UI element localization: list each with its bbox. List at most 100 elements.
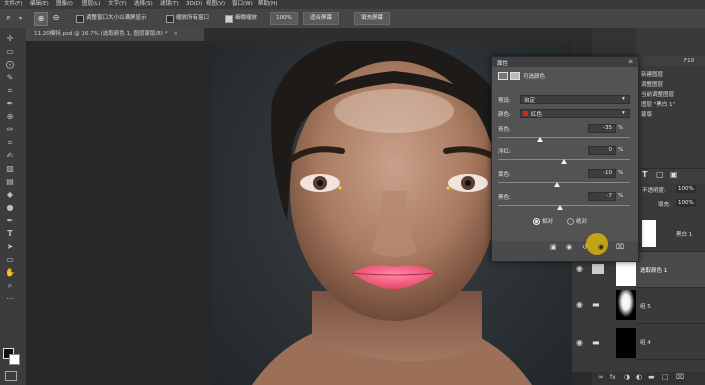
layer-filter-smart-icon[interactable]: ▣ [670,170,678,179]
background-color-swatch[interactable] [9,354,20,365]
document-tab[interactable]: 11.20模特.psd @ 16.7% (选取颜色 1, 图层蒙版/8) * × [26,28,204,41]
fit-screen-button[interactable]: 适合屏幕 [303,12,339,25]
visibility-toggle-icon[interactable]: ◉ [598,243,604,251]
layer-row[interactable]: 黑白 1 [636,216,705,252]
view-previous-icon[interactable]: ◉ [566,243,572,251]
layer-style-icon[interactable]: fx [610,374,616,381]
black-slider-thumb[interactable] [557,205,564,210]
blur-tool-icon[interactable]: ◆ [5,190,15,200]
layer-row[interactable]: 组 4 [636,324,705,360]
group-mask-thumbnail[interactable] [616,290,636,320]
black-value-field[interactable]: -7 [588,192,616,201]
cyan-slider-thumb[interactable] [537,137,544,142]
add-mask-icon[interactable]: ◑ [624,373,630,381]
eraser-tool-icon[interactable]: ▧ [5,164,15,174]
delete-icon[interactable]: ⌧ [616,243,624,251]
history-item[interactable]: 调整图层 [641,80,663,88]
shape-tool-icon[interactable]: ▭ [5,255,15,265]
cyan-slider-track[interactable] [498,137,630,138]
marquee-tool-icon[interactable]: ▭ [5,47,15,57]
quick-mask-icon[interactable] [5,371,17,381]
history-panel-header[interactable] [636,56,705,66]
chevron-down-icon: ▾ [622,110,625,116]
cyan-value-field[interactable]: -35 [588,124,616,133]
menu-item-edit[interactable]: 编辑(E) [30,0,49,9]
menu-item-file[interactable]: 文件(F) [4,0,22,9]
yellow-value: -10 [603,170,612,176]
menu-item-type[interactable]: 文字(Y) [108,0,127,9]
history-brush-tool-icon[interactable]: ✍ [5,151,15,161]
visibility-eye-icon[interactable]: ◉ [576,300,583,309]
menu-item-image[interactable]: 图像(I) [56,0,73,9]
more-tools-icon[interactable]: ⋯ [5,294,15,304]
yellow-slider-track[interactable] [498,182,630,183]
document-close-icon[interactable]: × [173,31,178,37]
preset-dropdown[interactable]: 自定 ▾ [520,95,630,104]
clip-to-layer-icon[interactable]: ▣ [550,243,557,251]
menu-item-layer[interactable]: 图层(L) [82,0,100,9]
fill-value[interactable]: 100% [676,199,696,207]
colors-dropdown[interactable]: 红色 ▾ [520,109,630,118]
new-layer-icon[interactable]: □ [662,373,669,381]
pen-tool-icon[interactable]: ✒ [5,216,15,226]
layer-filter-shape-icon[interactable]: ▢ [656,170,664,179]
resize-windows-checkbox[interactable] [76,15,84,23]
zoom-in-icon[interactable]: ⊕ [34,12,48,26]
history-item[interactable]: 蒙版 [641,110,652,118]
history-item[interactable]: 新建图层 [641,70,663,78]
absolute-radio[interactable] [567,218,574,225]
tool-preset-dropdown-icon[interactable]: ▾ [19,13,22,24]
black-value: -7 [606,193,612,199]
new-adjustment-icon[interactable]: ◐ [636,373,642,381]
new-group-icon[interactable]: ▬ [648,373,655,381]
gradient-tool-icon[interactable]: ▤ [5,177,15,187]
layer-name: 组 5 [640,304,651,310]
link-layers-icon[interactable]: ∞ [598,373,604,381]
menu-item-3d[interactable]: 3D(D) [186,0,202,9]
history-item[interactable]: 当前调整图层 [641,90,674,98]
scrubby-zoom-checkbox[interactable] [225,15,233,23]
menu-item-filter[interactable]: 滤镜(T) [160,0,179,9]
clone-stamp-tool-icon[interactable]: ⌗ [5,138,15,148]
yellow-slider-thumb[interactable] [554,182,561,187]
menu-item-select[interactable]: 选择(S) [134,0,153,9]
menu-item-help[interactable]: 帮助(H) [258,0,277,9]
menu-item-window[interactable]: 窗口(W) [232,0,253,9]
layer-row[interactable]: 选取颜色 1 [636,252,705,288]
healing-brush-tool-icon[interactable]: ⊕ [5,112,15,122]
visibility-eye-icon[interactable]: ◉ [576,338,583,347]
eyedropper-tool-icon[interactable]: ✒ [5,99,15,109]
percent-unit: % [618,125,624,131]
properties-panel-header[interactable] [492,57,638,67]
yellow-value-field[interactable]: -10 [588,169,616,178]
visibility-eye-icon[interactable]: ◉ [576,264,583,273]
opacity-value[interactable]: 100% [676,185,696,193]
quick-select-tool-icon[interactable]: ✎ [5,73,15,83]
type-tool-icon[interactable]: T [5,229,15,239]
group-mask-thumbnail[interactable] [616,328,636,358]
zoom-level-button[interactable]: 100% [270,12,298,25]
crop-tool-icon[interactable]: ⌗ [5,86,15,96]
relative-radio[interactable] [533,218,540,225]
brush-tool-icon[interactable]: ✏ [5,125,15,135]
magenta-slider-thumb[interactable] [561,159,567,164]
menu-item-view[interactable]: 视图(V) [206,0,225,9]
panel-menu-icon[interactable]: ≡ [628,58,633,65]
layer-row[interactable]: 组 5 [636,288,705,324]
black-slider-track[interactable] [498,205,630,206]
delete-layer-icon[interactable]: ⌧ [676,373,684,381]
lasso-tool-icon[interactable]: ⨀ [5,60,15,70]
magenta-value-field[interactable]: 0 [588,146,616,155]
dodge-tool-icon[interactable]: ● [5,203,15,213]
zoom-tool-icon[interactable]: ⌕ [6,13,17,24]
fill-screen-button[interactable]: 填充屏幕 [354,12,390,25]
history-item[interactable]: 图层 "黑白 1" [641,100,675,108]
move-tool-icon[interactable]: ✛ [5,34,15,44]
hand-tool-icon[interactable]: ✋ [5,268,15,278]
mask-icon[interactable] [510,72,520,80]
zoom-all-windows-checkbox[interactable] [166,15,174,23]
layer-filter-type-icon[interactable]: T [642,170,647,179]
zoom-tool-sidebar-icon[interactable]: ⌕ [5,281,15,291]
path-select-tool-icon[interactable]: ➤ [5,242,15,252]
zoom-out-icon[interactable]: ⊖ [50,12,62,24]
